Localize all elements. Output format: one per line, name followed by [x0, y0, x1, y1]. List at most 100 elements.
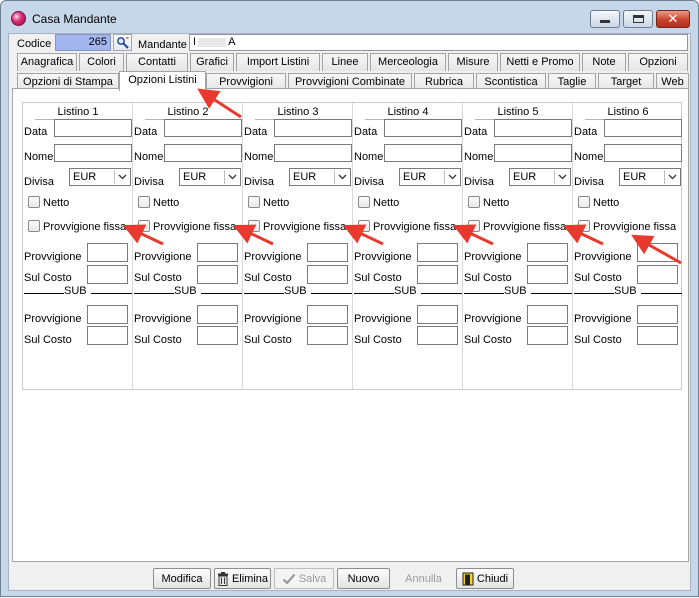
elimina-button[interactable]: Elimina: [214, 568, 271, 589]
tab-linee[interactable]: Linee: [322, 53, 368, 71]
divisa-select-1[interactable]: EUR: [69, 168, 131, 186]
provvigione-fissa-checkbox-3[interactable]: [248, 220, 260, 232]
provvigione-label: Provvigione: [134, 251, 192, 263]
maximize-icon: [632, 15, 644, 23]
netto-checkbox-2[interactable]: [138, 196, 150, 208]
sul-costo-input-4[interactable]: [417, 265, 458, 284]
netto-checkbox-5[interactable]: [468, 196, 480, 208]
provvigione-input-6[interactable]: [637, 243, 678, 262]
divisa-label: Divisa: [134, 176, 164, 188]
data-label: Data: [24, 126, 48, 138]
sub-provvigione-input-5[interactable]: [527, 305, 568, 324]
lookup-button[interactable]: [113, 34, 132, 51]
sub-rule-right: [200, 285, 242, 294]
sub-label: SUB: [174, 285, 197, 297]
sub-provvigione-input-6[interactable]: [637, 305, 678, 324]
data-input-6[interactable]: [604, 119, 682, 137]
sub-sul-costo-input-2[interactable]: [197, 326, 238, 345]
sul-costo-input-1[interactable]: [87, 265, 128, 284]
tab-netti-e-promo[interactable]: Netti e Promo: [500, 53, 580, 71]
data-label: Data: [464, 126, 488, 138]
listino-title: Listino 3: [277, 106, 319, 118]
netto-checkbox-6[interactable]: [578, 196, 590, 208]
tab-opzioni-listini[interactable]: Opzioni Listini: [119, 71, 206, 91]
sub-sul-costo-input-5[interactable]: [527, 326, 568, 345]
provvigione-fissa-checkbox-5[interactable]: [468, 220, 480, 232]
provvigione-fissa-checkbox-4[interactable]: [358, 220, 370, 232]
data-input-2[interactable]: [164, 119, 242, 137]
tab-import-listini[interactable]: Import Listini: [236, 53, 320, 71]
data-input-5[interactable]: [494, 119, 572, 137]
modifica-button[interactable]: Modifica: [153, 568, 211, 589]
sul-costo-input-2[interactable]: [197, 265, 238, 284]
provvigione-fissa-checkbox-1[interactable]: [28, 220, 40, 232]
listino-column-1: Listino 1 Data Nome Divisa EUR Netto Pro…: [23, 103, 133, 389]
divisa-select-5[interactable]: EUR: [509, 168, 571, 186]
netto-checkbox-1[interactable]: [28, 196, 40, 208]
sub-sul-costo-input-3[interactable]: [307, 326, 348, 345]
listino-title: Listino 4: [387, 106, 429, 118]
provvigione-input-4[interactable]: [417, 243, 458, 262]
close-window-button[interactable]: ✕: [656, 10, 690, 28]
provvigione-fissa-checkbox-2[interactable]: [138, 220, 150, 232]
nome-input-2[interactable]: [164, 144, 242, 162]
divisa-select-6[interactable]: EUR: [619, 168, 681, 186]
data-input-1[interactable]: [54, 119, 132, 137]
data-input-3[interactable]: [274, 119, 352, 137]
maximize-button[interactable]: [623, 10, 653, 28]
tab-merceologia[interactable]: Merceologia: [370, 53, 446, 71]
sub-sul-costo-input-4[interactable]: [417, 326, 458, 345]
sul-costo-input-3[interactable]: [307, 265, 348, 284]
nuovo-button[interactable]: Nuovo: [337, 568, 390, 589]
provvigione-input-3[interactable]: [307, 243, 348, 262]
sub-rule-left: [24, 285, 64, 294]
tab-grafici[interactable]: Grafici: [190, 53, 234, 71]
tab-anagrafica[interactable]: Anagrafica: [17, 53, 77, 71]
divisa-select-4[interactable]: EUR: [399, 168, 461, 186]
listino-column-4: Listino 4 Data Nome Divisa EUR Netto Pro…: [353, 103, 463, 389]
sub-rule-left: [574, 285, 614, 294]
divisa-select-2[interactable]: EUR: [179, 168, 241, 186]
tab-opzioni[interactable]: Opzioni: [628, 53, 688, 71]
sub-sul-costo-input-6[interactable]: [637, 326, 678, 345]
tab-contatti[interactable]: Contatti: [126, 53, 188, 71]
tab-misure[interactable]: Misure: [448, 53, 498, 71]
sub-provvigione-input-1[interactable]: [87, 305, 128, 324]
nome-input-5[interactable]: [494, 144, 572, 162]
sub-sul-costo-input-1[interactable]: [87, 326, 128, 345]
divisa-label: Divisa: [574, 176, 604, 188]
netto-checkbox-3[interactable]: [248, 196, 260, 208]
listino-title: Listino 6: [607, 106, 649, 118]
codice-input[interactable]: 265: [55, 34, 111, 51]
listino-title: Listino 1: [57, 106, 99, 118]
nome-input-1[interactable]: [54, 144, 132, 162]
divisa-select-3[interactable]: EUR: [289, 168, 351, 186]
sul-costo-input-6[interactable]: [637, 265, 678, 284]
chevron-down-icon: [444, 170, 459, 184]
tab-colori[interactable]: Colori: [79, 53, 124, 71]
nome-input-6[interactable]: [604, 144, 682, 162]
mandante-input[interactable]: IA: [189, 34, 688, 51]
nome-input-3[interactable]: [274, 144, 352, 162]
chiudi-button[interactable]: Chiudi: [456, 568, 514, 589]
sul-costo-input-5[interactable]: [527, 265, 568, 284]
sub-provvigione-input-4[interactable]: [417, 305, 458, 324]
provvigione-input-2[interactable]: [197, 243, 238, 262]
netto-checkbox-4[interactable]: [358, 196, 370, 208]
nome-input-4[interactable]: [384, 144, 462, 162]
data-input-4[interactable]: [384, 119, 462, 137]
title-bar[interactable]: Casa Mandante ✕: [1, 1, 698, 33]
sub-provvigione-input-2[interactable]: [197, 305, 238, 324]
listino-title: Listino 2: [167, 106, 209, 118]
provvigione-fissa-label: Provvigione fissa: [373, 221, 457, 233]
window-title: Casa Mandante: [32, 12, 117, 26]
provvigione-input-5[interactable]: [527, 243, 568, 262]
salva-button[interactable]: Salva: [274, 568, 334, 589]
sub-provvigione-input-3[interactable]: [307, 305, 348, 324]
chevron-down-icon: [224, 170, 239, 184]
provvigione-input-1[interactable]: [87, 243, 128, 262]
annulla-button[interactable]: Annulla: [394, 568, 453, 589]
minimize-button[interactable]: [590, 10, 620, 28]
tab-note[interactable]: Note: [582, 53, 626, 71]
provvigione-fissa-checkbox-6[interactable]: [578, 220, 590, 232]
